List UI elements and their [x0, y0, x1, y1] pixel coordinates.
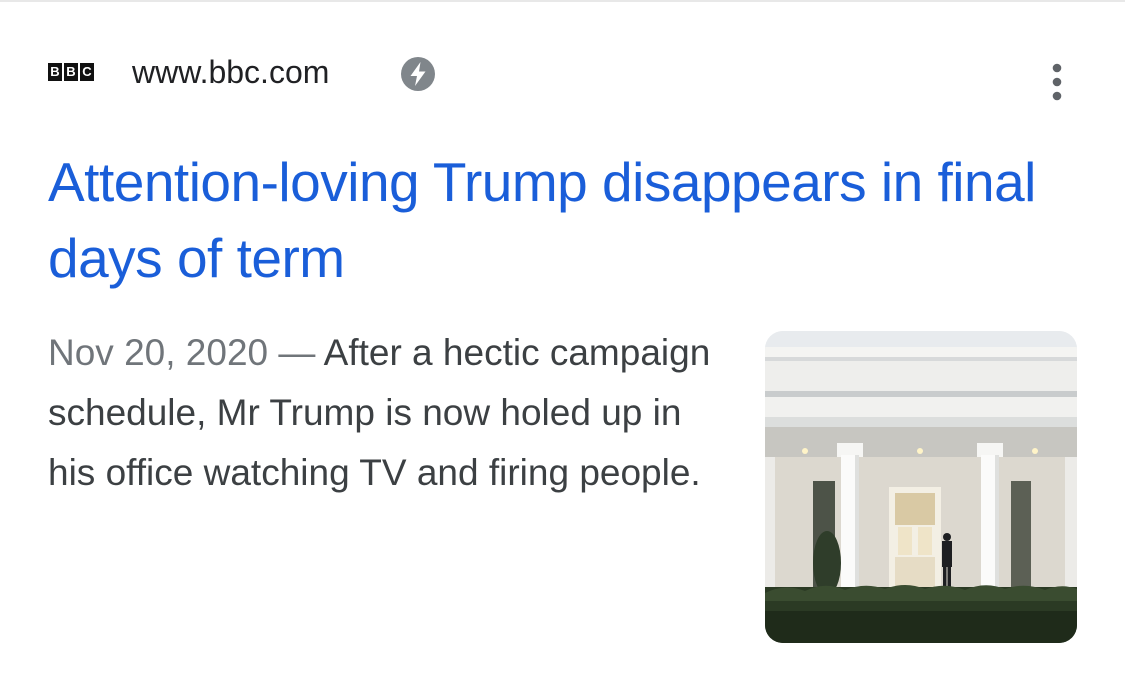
source-row[interactable]: BBC www.bbc.com — [48, 50, 1078, 101]
result-snippet: Nov 20, 2020 — After a hectic campaign s… — [48, 323, 738, 503]
result-thumbnail[interactable] — [765, 331, 1077, 643]
more-vert-icon — [1052, 63, 1062, 101]
search-result-card: BBC www.bbc.com Attention-loving Trump d… — [0, 0, 1125, 687]
white-house-photo — [765, 331, 1077, 643]
source-domain[interactable]: www.bbc.com — [132, 52, 329, 92]
result-date: Nov 20, 2020 — [48, 332, 269, 373]
amp-lightning-icon — [400, 56, 436, 92]
date-separator: — — [278, 332, 316, 373]
bbc-favicon-icon: BBC — [48, 63, 94, 81]
result-headline-link[interactable]: Attention-loving Trump disappears in fin… — [48, 144, 1078, 296]
more-options-button[interactable] — [1042, 60, 1072, 104]
